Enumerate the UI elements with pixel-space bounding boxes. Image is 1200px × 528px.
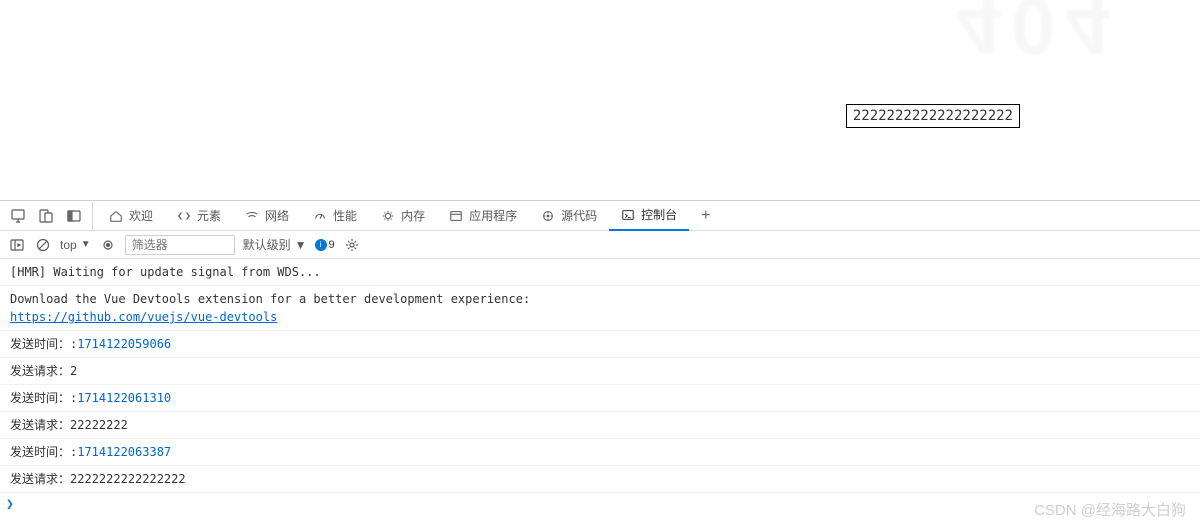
log-value: 1714122059066 (77, 335, 171, 353)
log-label: 发送请求： (10, 470, 70, 488)
console-message: [HMR] Waiting for update signal from WDS… (0, 259, 1200, 286)
log-label: 发送请求： (10, 362, 70, 380)
inspect-icon[interactable] (4, 202, 32, 230)
tab-console[interactable]: 控制台 (609, 201, 689, 231)
background-404-text: 404 (957, 0, 1120, 72)
log-value: 1714122063387 (77, 443, 171, 461)
filter-input[interactable] (125, 235, 235, 255)
log-label: 发送时间：: (10, 443, 77, 461)
console-message: 发送时间：: 1714122063387 (0, 439, 1200, 466)
tab-application[interactable]: 应用程序 (437, 201, 529, 231)
log-value: 22222222 (70, 416, 128, 434)
console-output: [HMR] Waiting for update signal from WDS… (0, 259, 1200, 516)
console-icon (621, 208, 635, 222)
memory-icon (381, 209, 395, 223)
source-icon (541, 209, 555, 223)
vue-devtools-link[interactable]: https://github.com/vuejs/vue-devtools (10, 310, 277, 324)
console-message: 发送请求： 22222222 (0, 412, 1200, 439)
console-message: 发送时间：: 1714122061310 (0, 385, 1200, 412)
caret-down-icon: ▼ (81, 239, 91, 250)
context-label: top (60, 238, 77, 252)
home-icon (109, 209, 123, 223)
log-label: 发送时间：: (10, 389, 77, 407)
add-tab-button[interactable]: + (689, 207, 722, 225)
console-message: 发送请求： 2222222222222222 (0, 466, 1200, 493)
live-expression-icon[interactable] (99, 236, 117, 254)
sidebar-toggle-icon[interactable] (8, 236, 26, 254)
badge-count: 9 (329, 239, 335, 251)
tab-label: 网络 (265, 207, 289, 224)
wifi-icon (245, 209, 259, 223)
console-message: 发送请求： 2 (0, 358, 1200, 385)
tab-label: 内存 (401, 207, 425, 224)
console-message: 发送时间：: 1714122059066 (0, 331, 1200, 358)
page-content: 404 2222222222222222222 (0, 0, 1200, 200)
log-value: 2222222222222222 (70, 470, 186, 488)
tab-network[interactable]: 网络 (233, 201, 301, 231)
dock-side-icon[interactable] (60, 202, 88, 230)
log-value: 1714122061310 (77, 389, 171, 407)
tab-label: 源代码 (561, 207, 597, 224)
console-toolbar: top ▼ 默认级别 ▼ i 9 (0, 231, 1200, 259)
tab-label: 性能 (333, 207, 357, 224)
devtools-left-controls (4, 202, 93, 230)
clear-console-icon[interactable] (34, 236, 52, 254)
tab-performance[interactable]: 性能 (301, 201, 369, 231)
code-icon (177, 209, 191, 223)
log-text: Download the Vue Devtools extension for … (10, 292, 1190, 326)
tab-label: 控制台 (641, 206, 677, 223)
log-text: [HMR] Waiting for update signal from WDS… (10, 263, 321, 281)
caret-down-icon: ▼ (295, 238, 307, 252)
log-value: 2 (70, 362, 77, 380)
tab-memory[interactable]: 内存 (369, 201, 437, 231)
tab-welcome[interactable]: 欢迎 (97, 201, 165, 231)
tab-sources[interactable]: 源代码 (529, 201, 609, 231)
log-label: 发送请求： (10, 416, 70, 434)
gauge-icon (313, 209, 327, 223)
console-message: Download the Vue Devtools extension for … (0, 286, 1200, 331)
watermark-text: CSDN @经海路大白狗 (1034, 499, 1186, 520)
device-toggle-icon[interactable] (32, 202, 60, 230)
devtools-tabbar: 欢迎 元素 网络 性能 内存 应用程序 源代码 控制台 + (0, 201, 1200, 231)
tab-label: 应用程序 (469, 207, 517, 224)
log-label: 发送时间：: (10, 335, 77, 353)
tab-label: 欢迎 (129, 207, 153, 224)
log-level-dropdown[interactable]: 默认级别 ▼ (243, 236, 307, 253)
devtools-panel: 欢迎 元素 网络 性能 内存 应用程序 源代码 控制台 + (0, 200, 1200, 516)
text-input[interactable]: 2222222222222222222 (846, 104, 1020, 128)
level-label: 默认级别 (243, 236, 291, 253)
app-icon (449, 209, 463, 223)
console-prompt[interactable]: ❯ (0, 493, 1200, 516)
context-dropdown[interactable]: top ▼ (60, 238, 91, 252)
info-dot-icon: i (315, 239, 327, 251)
issues-badge[interactable]: i 9 (315, 239, 335, 251)
settings-icon[interactable] (343, 236, 361, 254)
tab-elements[interactable]: 元素 (165, 201, 233, 231)
tab-label: 元素 (197, 207, 221, 224)
